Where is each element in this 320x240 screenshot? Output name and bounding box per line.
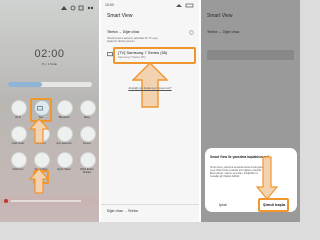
tile-label: Dikey: [83, 116, 91, 119]
route-label: Telefon → Diğer cihaz: [207, 30, 240, 34]
refresh-icon[interactable]: [189, 30, 194, 35]
tile-hotspot[interactable]: [80, 152, 96, 168]
tile-rotate[interactable]: [80, 100, 96, 116]
arrow-up-icon: [132, 62, 168, 108]
confirm-dialog: Smart View ile yansıtma başlatılsın mı? …: [205, 148, 297, 212]
brightness-slider[interactable]: [8, 82, 92, 87]
page-title: Smart View: [107, 13, 133, 19]
tile-label: Quick Share: [57, 168, 71, 171]
help-link[interactable]: Aradığınızı bulamıyor musunuz?: [101, 86, 199, 90]
smart-view-panel: 10:00 Smart View Telefon → Diğer cihaz T…: [101, 0, 199, 222]
tile-power-saving[interactable]: [57, 126, 73, 142]
arrow-down-icon: [256, 156, 278, 200]
confirm-panel: Smart View Telefon → Diğer cihaz Smart V…: [201, 0, 300, 222]
start-highlight: [258, 198, 289, 212]
tile-wifi[interactable]: [11, 100, 27, 116]
tile-mobile-data[interactable]: [11, 152, 27, 168]
date-line: P-t, 1 Ocak: [41, 62, 57, 66]
tile-label: Güç tasarrufu: [56, 142, 72, 145]
divider: [101, 204, 199, 205]
tile-airplane[interactable]: [11, 126, 27, 142]
status-time: 10:00: [105, 3, 114, 7]
bottom-route-label[interactable]: Diğer cihaz → Telefon: [107, 209, 138, 213]
tile-label: Uçak modu: [11, 142, 25, 145]
status-icons: [175, 3, 195, 8]
description-line: başka bir cihaza yansıtın.: [107, 40, 136, 43]
tile-label: Wi-Fi: [15, 116, 21, 119]
dialog-body: mesajlar gibi bilgiler dahildir.: [210, 175, 240, 178]
cast-icon: [37, 106, 43, 111]
clock: 02:00: [34, 48, 65, 60]
page-title: Smart View: [207, 13, 233, 19]
route-label: Telefon → Diğer cihaz: [107, 30, 140, 34]
device-row-dimmed: [207, 50, 294, 60]
arrow-up-icon: [29, 168, 49, 194]
tile-label: Bluetooth: [58, 116, 70, 119]
tile-label: Mobil Erişim Noktası: [80, 168, 94, 174]
tile-smart-view[interactable]: [34, 152, 50, 168]
tile-label: Konum: [83, 142, 91, 145]
quick-settings-panel: 02:00 P-t, 1 Ocak Wi-Fi Ses Bluetooth Di…: [0, 0, 99, 222]
arrow-up-icon: [29, 118, 49, 144]
status-icons: [60, 5, 94, 11]
tile-bluetooth[interactable]: [57, 100, 73, 116]
media-bar: [0, 196, 99, 206]
cancel-button[interactable]: İptal: [219, 202, 227, 207]
tile-location[interactable]: [80, 126, 96, 142]
tile-quick-share[interactable]: [57, 152, 73, 168]
tile-label: Mobil veri: [12, 168, 24, 171]
